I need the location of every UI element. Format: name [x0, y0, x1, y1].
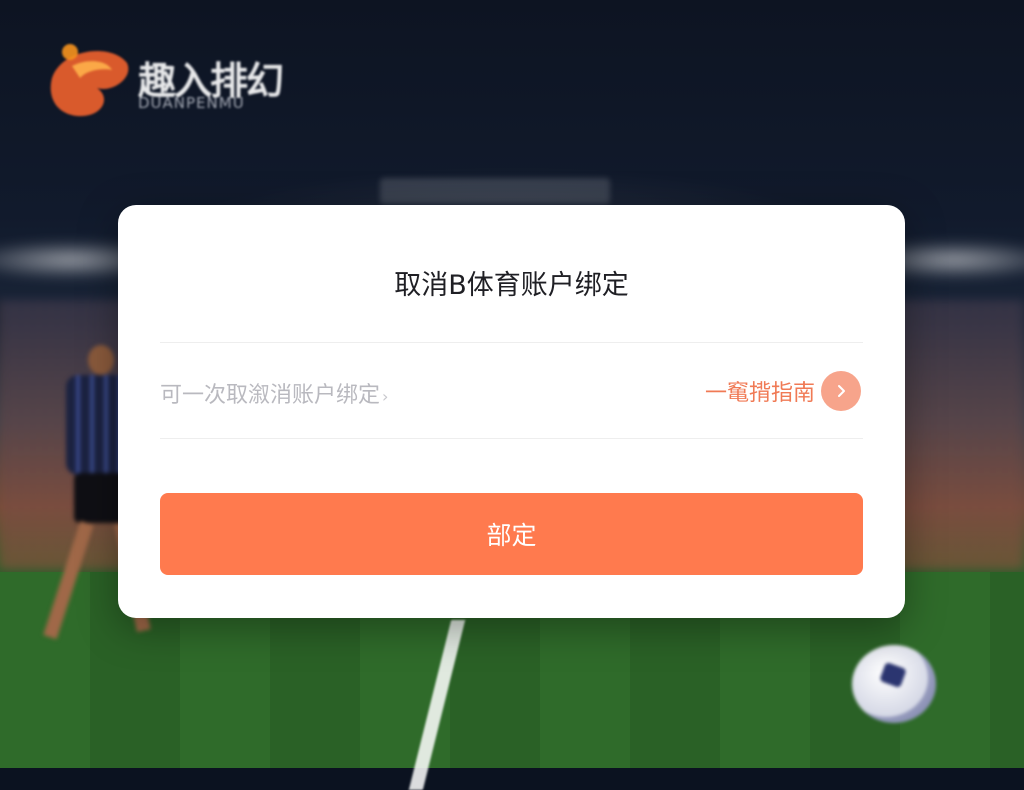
scoreboard: [380, 178, 610, 204]
divider: [160, 438, 863, 439]
divider: [160, 342, 863, 343]
dialog-title: 取消B体育账户绑定: [394, 270, 629, 301]
confirm-button[interactable]: 部定: [160, 493, 863, 575]
unbind-description-text: 可一次取溆消账户绑定: [160, 383, 381, 408]
small-chevron-icon: ›: [382, 387, 389, 406]
brand-subtitle: DUANPENMU: [138, 94, 245, 112]
unbind-description: 可一次取溆消账户绑定 ›: [160, 377, 388, 409]
guide-label: 一䆴揹指南: [704, 381, 815, 406]
brand-logo: 趣入排幻 DUANPENMU: [42, 38, 322, 128]
chevron-right-icon[interactable]: [821, 371, 861, 411]
brand-logo-icon: [50, 44, 129, 117]
unbind-guide-link[interactable]: 一䆴揹指南: [705, 371, 861, 411]
football: [852, 645, 936, 723]
unbind-dialog: 取消B体育账户绑定 可一次取溆消账户绑定 › 一䆴揹指南 部定: [118, 205, 905, 618]
